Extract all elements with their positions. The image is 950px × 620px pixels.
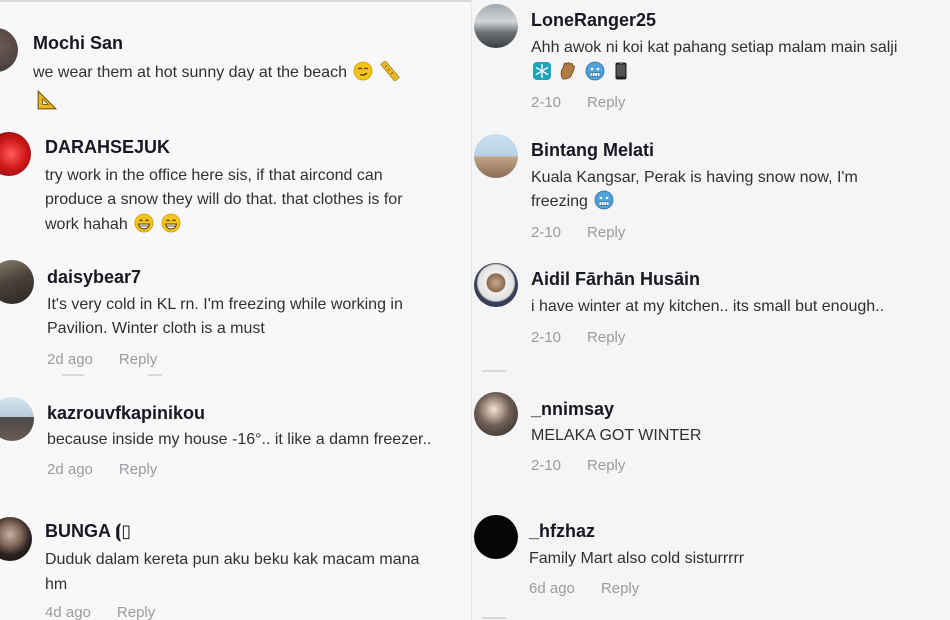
comment-text-line: Pavilion. Winter cloth is a must (47, 320, 265, 337)
comment-item: _hfzhaz Family Mart also cold sisturrrrr… (472, 505, 950, 620)
comment-text-line: hm (45, 576, 68, 593)
comment-text-line: we wear them at hot sunny day at the bea… (33, 64, 347, 81)
comment-date: 2-10 (531, 94, 562, 111)
comment-text-line: It's very cold in KL rn. I'm freezing wh… (47, 296, 403, 313)
comment-text-line: work hahah (45, 216, 128, 233)
comment-item: kazrouvfkapinikou because inside my hous… (0, 380, 472, 500)
comment-meta: 2-10 Reply (531, 457, 625, 474)
reply-button[interactable]: Reply (601, 580, 639, 597)
avatar[interactable] (0, 28, 18, 72)
comment-item: DARAHSEJUK try work in the office here s… (0, 120, 472, 250)
comment-meta: 4d ago Reply (45, 604, 155, 620)
avatar[interactable] (0, 260, 34, 304)
comment-item: Mochi San we wear them at hot sunny day … (0, 0, 472, 120)
comment-username[interactable]: _hfzhaz (529, 521, 595, 542)
comments-panel-left: Mochi San we wear them at hot sunny day … (0, 0, 472, 620)
comment-text-line: produce a snow they will do that. that c… (45, 191, 403, 208)
comment-date: 6d ago (529, 580, 575, 597)
divider (482, 370, 506, 372)
comment-meta: 2d ago Reply (47, 461, 157, 478)
divider (62, 374, 84, 376)
avatar[interactable] (0, 132, 31, 176)
comment-text-line: Family Mart also cold sisturrrrr (529, 550, 745, 567)
comment-text-line: Duduk dalam kereta pun aku beku kak maca… (45, 551, 420, 568)
comment-username[interactable]: Bintang Melati (531, 140, 654, 161)
comment-text-line: MELAKA GOT WINTER (531, 427, 702, 444)
triangle-ruler-emoji (37, 89, 58, 110)
snowflake-emoji (533, 62, 551, 80)
comment-meta: 2-10 Reply (531, 329, 625, 346)
comments-panel-right: LoneRanger25 Ahh awok ni koi kat pahang … (472, 0, 950, 620)
comment-username[interactable]: daisybear7 (47, 267, 141, 288)
comment-text: freezing (531, 190, 614, 215)
comment-text-line: Kuala Kangsar, Perak is having snow now,… (531, 169, 858, 186)
comment-text: we wear them at hot sunny day at the bea… (33, 61, 400, 86)
phone-emoji (615, 62, 627, 80)
hand-emoji (561, 62, 576, 80)
reply-button[interactable]: Reply (119, 461, 157, 478)
grin-face-emoji (161, 213, 181, 233)
divider (482, 617, 506, 619)
reply-button[interactable]: Reply (587, 94, 625, 111)
divider (148, 374, 162, 376)
reply-button[interactable]: Reply (587, 329, 625, 346)
comment-text-line: try work in the office here sis, if that… (45, 167, 383, 184)
ruler-emoji (380, 61, 400, 81)
comment-text-line: Ahh awok ni koi kat pahang setiap malam … (531, 39, 898, 56)
comment-meta: 6d ago Reply (529, 580, 639, 597)
comment-text-line: freezing (531, 193, 588, 210)
comment-date: 2-10 (531, 457, 562, 474)
reply-button[interactable]: Reply (119, 351, 157, 368)
avatar[interactable] (474, 263, 518, 307)
emoji-row (530, 61, 631, 86)
avatar[interactable] (474, 4, 518, 48)
comment-meta: 2-10 Reply (531, 224, 625, 241)
comment-text-line: i have winter at my kitchen.. its small … (531, 298, 885, 315)
comment-date: 2-10 (531, 329, 562, 346)
comment-username[interactable]: LoneRanger25 (531, 10, 656, 31)
comment-username[interactable]: Aidil Fārhān Husāin (531, 269, 700, 290)
comment-item: LoneRanger25 Ahh awok ni koi kat pahang … (472, 0, 950, 125)
smirk-face-emoji (354, 61, 373, 81)
grin-face-emoji (134, 213, 154, 233)
cold-face-emoji (594, 190, 614, 210)
avatar[interactable] (474, 392, 518, 436)
comment-item: BUNGA ⦗▯ Duduk dalam kereta pun aku beku… (0, 500, 472, 620)
comment-date: 4d ago (45, 604, 91, 620)
comment-date: 2d ago (47, 351, 93, 368)
avatar[interactable] (474, 515, 518, 559)
comment-username[interactable]: _nnimsay (531, 399, 614, 420)
comment-username[interactable]: kazrouvfkapinikou (47, 403, 205, 424)
reply-button[interactable]: Reply (587, 457, 625, 474)
comment-meta: 2-10 Reply (531, 94, 625, 111)
comment-item: daisybear7 It's very cold in KL rn. I'm … (0, 250, 472, 380)
cold-face-emoji (585, 61, 605, 81)
comment-date: 2d ago (47, 461, 93, 478)
comment-meta: 2d ago Reply (47, 351, 157, 368)
reply-button[interactable]: Reply (117, 604, 155, 620)
comment-text: work hahah (45, 213, 181, 238)
comment-username[interactable]: DARAHSEJUK (45, 137, 170, 158)
comment-item: Aidil Fārhān Husāin i have winter at my … (472, 255, 950, 375)
comment-item: Bintang Melati Kuala Kangsar, Perak is h… (472, 125, 950, 255)
comment-text-line: because inside my house -16°.. it like a… (47, 431, 432, 448)
comment-date: 2-10 (531, 224, 562, 241)
comment-username[interactable]: Mochi San (33, 33, 123, 54)
comment-username[interactable]: BUNGA ⦗▯ (45, 521, 131, 542)
avatar[interactable] (0, 397, 34, 441)
avatar[interactable] (474, 134, 518, 178)
avatar[interactable] (0, 517, 32, 561)
comment-item: _nnimsay MELAKA GOT WINTER 2-10 Reply (472, 375, 950, 505)
reply-button[interactable]: Reply (587, 224, 625, 241)
